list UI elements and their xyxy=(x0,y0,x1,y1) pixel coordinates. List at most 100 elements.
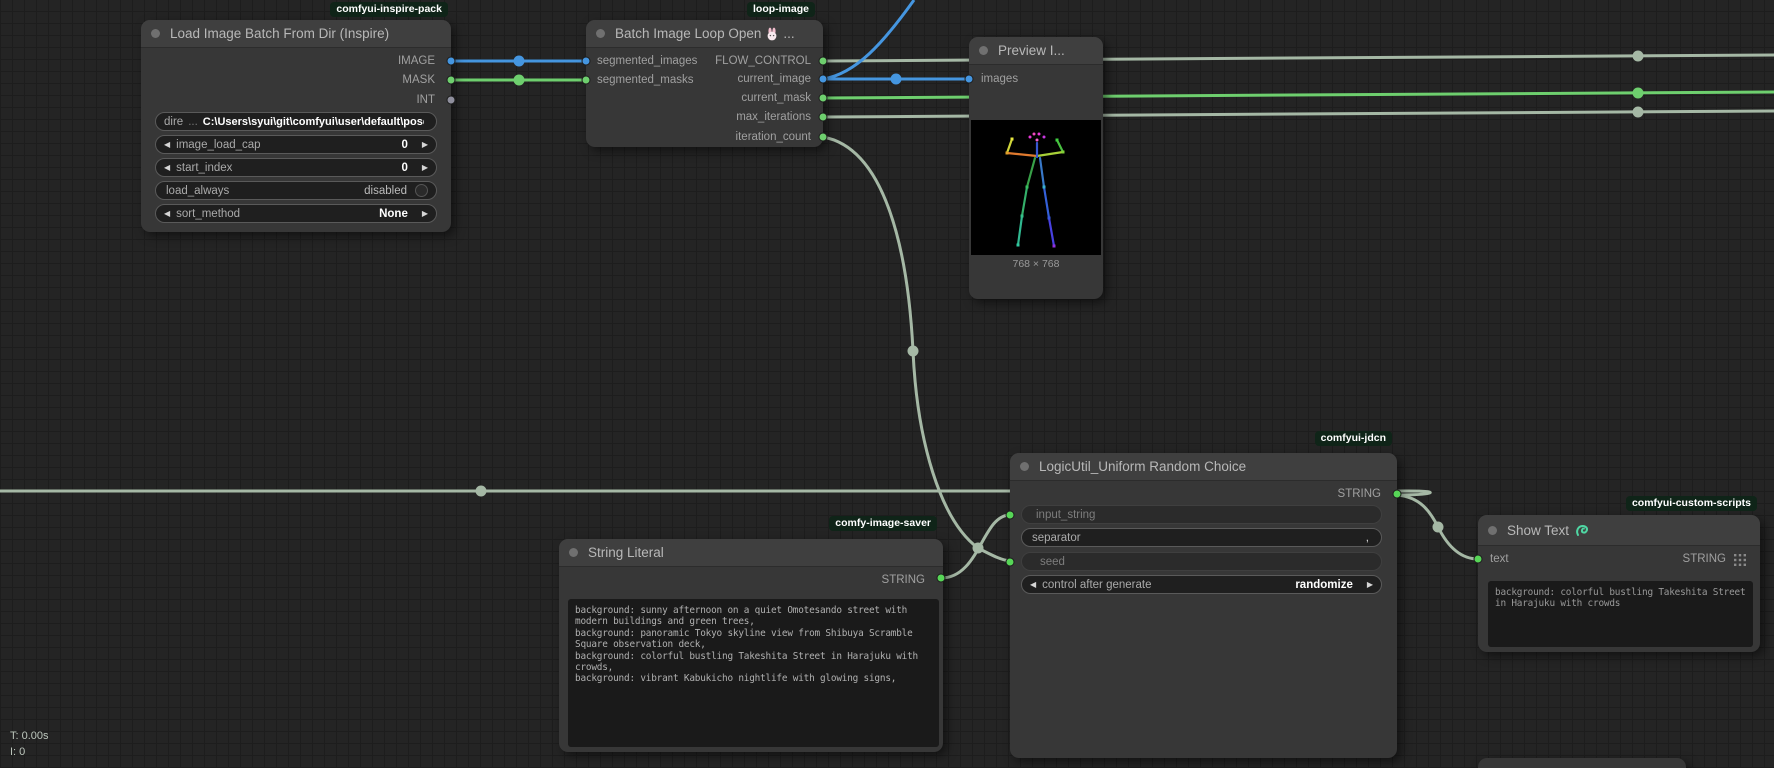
reroute-dot[interactable] xyxy=(1633,107,1644,118)
widget-seed[interactable]: seed xyxy=(1021,552,1382,571)
reroute-dot[interactable] xyxy=(1433,522,1444,533)
node-titlebar[interactable]: LogicUtil_Uniform Random Choice xyxy=(1010,453,1397,481)
increment-arrow-icon[interactable]: ▶ xyxy=(422,163,428,172)
widget-separator[interactable]: separator , xyxy=(1021,528,1382,547)
widget-value: disabled xyxy=(364,185,407,197)
collapse-dot-icon[interactable] xyxy=(979,46,988,55)
widget-control-after-generate[interactable]: ◀ control after generate randomize ▶ xyxy=(1021,575,1382,594)
output-port-flow-control[interactable] xyxy=(819,57,828,66)
node-show-text[interactable]: Show Text text STRING background: colorf… xyxy=(1478,515,1760,652)
widget-value: 0 xyxy=(401,162,407,174)
node-string-literal[interactable]: String Literal STRING background: sunny … xyxy=(559,539,943,752)
execution-stats: T: 0.00s I: 0 xyxy=(10,728,49,760)
node-load-image-batch[interactable]: Load Image Batch From Dir (Inspire) IMAG… xyxy=(141,20,451,232)
widget-directory[interactable]: dire ... C:\Users\syui\git\comfyui\user\… xyxy=(155,112,437,131)
widget-ellipsis: ... xyxy=(188,116,198,128)
increment-arrow-icon[interactable]: ▶ xyxy=(422,140,428,149)
input-label: text xyxy=(1490,553,1509,565)
input-port-text[interactable] xyxy=(1474,555,1483,564)
widget-sort-method[interactable]: ◀ sort_method None ▶ xyxy=(155,204,437,223)
widget-label: seed xyxy=(1040,556,1367,568)
node-title: Show Text xyxy=(1507,523,1569,538)
node-logicutil-random-choice[interactable]: LogicUtil_Uniform Random Choice STRING i… xyxy=(1010,453,1397,758)
output-port-image[interactable] xyxy=(447,57,456,66)
stat-time: T: 0.00s xyxy=(10,728,49,744)
input-label: segmented_images xyxy=(597,55,697,67)
input-port-segmented-masks[interactable] xyxy=(582,76,591,85)
output-label-mask: MASK xyxy=(402,74,435,86)
badge-inspire-pack: comfyui-inspire-pack xyxy=(330,2,448,17)
output-label-string: STRING xyxy=(1338,488,1381,500)
collapse-dot-icon[interactable] xyxy=(1020,462,1029,471)
node-titlebar[interactable]: Batch Image Loop Open ... xyxy=(586,20,823,48)
output-port-int[interactable] xyxy=(447,96,456,105)
widget-load-always[interactable]: load_always disabled xyxy=(155,181,437,200)
decrement-arrow-icon[interactable]: ◀ xyxy=(164,209,170,218)
preview-pose-image xyxy=(971,120,1101,255)
widget-label: dire xyxy=(164,116,183,128)
reroute-dot[interactable] xyxy=(908,346,919,357)
increment-arrow-icon[interactable]: ▶ xyxy=(1367,580,1373,589)
node-titlebar[interactable]: Load Image Batch From Dir (Inspire) xyxy=(141,20,451,48)
reroute-dot[interactable] xyxy=(891,74,902,85)
output-port-max-iterations[interactable] xyxy=(819,113,828,122)
decrement-arrow-icon[interactable]: ◀ xyxy=(164,140,170,149)
widget-input-string[interactable]: input_string xyxy=(1021,505,1382,524)
input-port-segmented-images[interactable] xyxy=(582,57,591,66)
input-port-images[interactable] xyxy=(965,75,974,84)
toggle-icon[interactable] xyxy=(415,184,428,197)
widget-start-index[interactable]: ◀ start_index 0 ▶ xyxy=(155,158,437,177)
widget-label: sort_method xyxy=(176,208,373,220)
badge-jdcn: comfyui-jdcn xyxy=(1315,431,1392,446)
output-port-string[interactable] xyxy=(1393,490,1402,499)
node-titlebar[interactable]: Preview I... xyxy=(969,37,1103,65)
reroute-dot[interactable] xyxy=(1633,51,1644,62)
show-text-textarea[interactable]: background: colorful bustling Takeshita … xyxy=(1488,581,1753,647)
widget-image-load-cap[interactable]: ◀ image_load_cap 0 ▶ xyxy=(155,135,437,154)
collapse-dot-icon[interactable] xyxy=(1488,526,1497,535)
increment-arrow-icon[interactable]: ▶ xyxy=(422,209,428,218)
reroute-dot[interactable] xyxy=(514,75,525,86)
reroute-dot[interactable] xyxy=(476,486,487,497)
output-label-string: STRING xyxy=(1683,553,1726,565)
reroute-dot[interactable] xyxy=(514,56,525,67)
node-graph-canvas[interactable]: comfyui-inspire-pack loop-image comfyui-… xyxy=(0,0,1774,768)
output-label: FLOW_CONTROL xyxy=(715,55,811,67)
widget-value: C:\Users\syui\git\comfyui\user\default\p… xyxy=(203,116,424,128)
widget-label: input_string xyxy=(1036,509,1367,521)
badge-image-saver: comfy-image-saver xyxy=(829,516,937,531)
output-label: current_mask xyxy=(741,92,811,104)
output-port-string[interactable] xyxy=(937,574,946,583)
node-partial-bottom[interactable] xyxy=(1478,758,1686,768)
node-preview-image[interactable]: Preview I... images xyxy=(969,37,1103,299)
collapse-dot-icon[interactable] xyxy=(569,548,578,557)
node-titlebar[interactable]: Show Text xyxy=(1478,515,1760,546)
input-label: segmented_masks xyxy=(597,74,694,86)
output-label: current_image xyxy=(737,73,811,85)
node-titlebar[interactable]: String Literal xyxy=(559,539,943,567)
output-port-current-image[interactable] xyxy=(819,75,828,84)
reroute-dot[interactable] xyxy=(1633,88,1644,99)
collapse-dot-icon[interactable] xyxy=(151,29,160,38)
string-grid-icon[interactable] xyxy=(1734,554,1746,566)
node-title: Batch Image Loop Open xyxy=(615,26,761,41)
input-port-seed[interactable] xyxy=(1006,558,1015,567)
collapse-dot-icon[interactable] xyxy=(596,29,605,38)
output-port-mask[interactable] xyxy=(447,76,456,85)
node-batch-image-loop[interactable]: Batch Image Loop Open ... segmented_imag… xyxy=(586,20,823,147)
output-port-iteration-count[interactable] xyxy=(819,133,828,142)
decrement-arrow-icon[interactable]: ◀ xyxy=(1030,580,1036,589)
input-port-input-string[interactable] xyxy=(1006,511,1015,520)
decrement-arrow-icon[interactable]: ◀ xyxy=(164,163,170,172)
widget-value: None xyxy=(379,208,408,220)
node-title: Preview I... xyxy=(998,43,1065,58)
widget-value: 0 xyxy=(401,139,407,151)
widget-value: randomize xyxy=(1295,579,1353,591)
snake-icon xyxy=(1575,523,1590,538)
output-port-current-mask[interactable] xyxy=(819,94,828,103)
string-literal-textarea[interactable]: background: sunny afternoon on a quiet O… xyxy=(568,599,939,747)
stat-iteration: I: 0 xyxy=(10,744,49,760)
widget-label: control after generate xyxy=(1042,579,1289,591)
output-label: max_iterations xyxy=(736,111,811,123)
node-title: String Literal xyxy=(588,545,664,560)
